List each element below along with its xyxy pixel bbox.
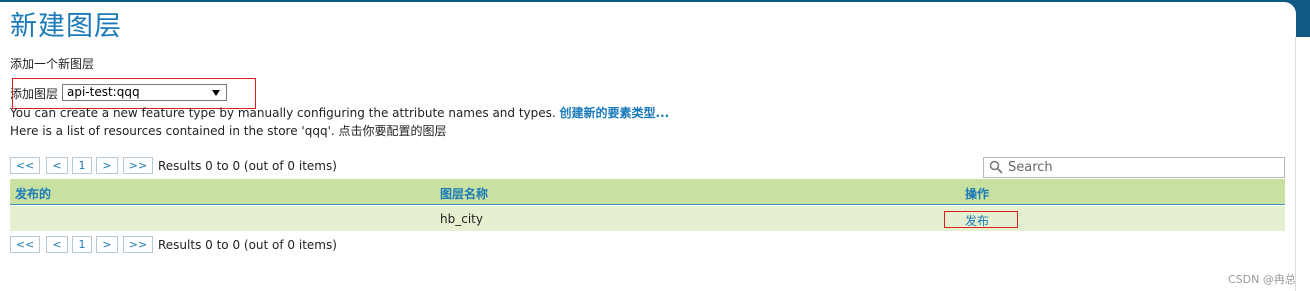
pager-next-button[interactable]: > xyxy=(96,236,118,253)
table-header: 发布的 图层名称 操作 xyxy=(10,179,1285,205)
page-subtitle: 添加一个新图层 xyxy=(10,57,95,71)
search-placeholder: Search xyxy=(1008,160,1053,175)
table-row: hb_city 发布 xyxy=(10,206,1285,231)
highlight-box-select xyxy=(12,78,256,109)
search-input[interactable]: Search xyxy=(983,157,1285,178)
create-feature-text: You can create a new feature type by man… xyxy=(10,106,669,120)
header-layer-name: 图层名称 xyxy=(440,187,489,201)
watermark: CSDN @冉总 xyxy=(1228,273,1296,286)
pager-results-text: Results 0 to 0 (out of 0 items) xyxy=(158,159,337,173)
pager-last-button[interactable]: >> xyxy=(123,157,153,174)
main-panel: 新建图层 添加一个新图层 添加图层 api-test:qqq You can c… xyxy=(0,2,1296,291)
pager-page-button[interactable]: 1 xyxy=(72,157,92,174)
pager-page-button[interactable]: 1 xyxy=(72,236,92,253)
create-feature-type-link[interactable]: 创建新的要素类型... xyxy=(560,106,670,120)
create-feature-description: You can create a new feature type by man… xyxy=(10,106,556,120)
cell-layer-name: hb_city xyxy=(440,212,483,226)
right-scroll-area xyxy=(1295,37,1310,291)
pager-next-button[interactable]: > xyxy=(96,157,118,174)
pager-prev-button[interactable]: < xyxy=(46,157,68,174)
header-action: 操作 xyxy=(965,187,990,201)
pager-results-text: Results 0 to 0 (out of 0 items) xyxy=(158,238,337,252)
pager-bottom: << < 1 > >> Results 0 to 0 (out of 0 ite… xyxy=(10,236,337,254)
pager-prev-button[interactable]: < xyxy=(46,236,68,253)
pager-first-button[interactable]: << xyxy=(10,236,40,253)
header-published: 发布的 xyxy=(15,187,52,201)
pager-top: << < 1 > >> Results 0 to 0 (out of 0 ite… xyxy=(10,157,337,175)
pager-last-button[interactable]: >> xyxy=(123,236,153,253)
search-icon xyxy=(989,160,1003,174)
page-title: 新建图层 xyxy=(10,11,122,42)
highlight-box-publish xyxy=(944,211,1018,228)
pager-first-button[interactable]: << xyxy=(10,157,40,174)
resources-description: Here is a list of resources contained in… xyxy=(10,124,447,138)
